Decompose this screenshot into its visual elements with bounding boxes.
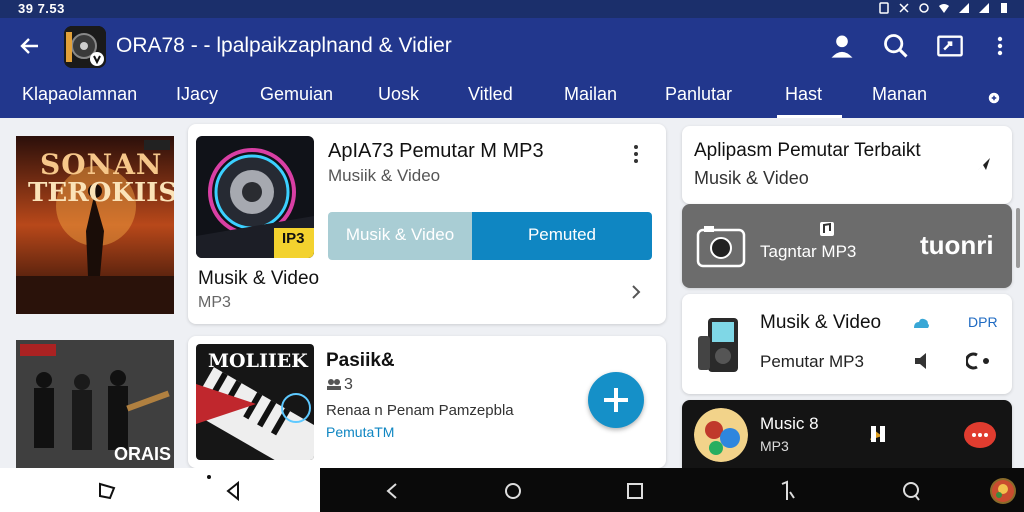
- nfc-icon: [899, 3, 909, 13]
- battery-saver-icon: [879, 2, 889, 14]
- chat-dots-icon: [972, 433, 988, 437]
- signal-icon: [959, 3, 969, 13]
- more-vert-icon[interactable]: [990, 32, 1010, 60]
- featured-footer-sub: MP3: [198, 294, 231, 311]
- nav-bar-right: [320, 468, 1024, 512]
- nav-avatar[interactable]: [990, 478, 1016, 504]
- speaker-artwork: IP3: [196, 136, 314, 258]
- featured-card[interactable]: IP3 ApIA73 Pemutar M MP3 Musiik & Video …: [188, 124, 666, 324]
- featured-footer-title: Musik & Video: [198, 268, 320, 289]
- tab-0[interactable]: Klapaolamnan: [22, 80, 137, 118]
- nav-dock-icon[interactable]: [96, 480, 118, 502]
- search-icon[interactable]: [882, 32, 910, 60]
- tab-1[interactable]: IJacy: [176, 80, 218, 118]
- app-bar: ORA78 - - lpalpaikzaplnand & Vidier Klap…: [0, 18, 1024, 118]
- tab-bar: Klapaolamnan IJacy Gemuian Uosk Vitled M…: [0, 80, 1024, 118]
- tab-6[interactable]: Panlutar: [665, 80, 732, 118]
- player-subtitle: MP3: [760, 438, 789, 454]
- battery-icon: [1001, 3, 1007, 13]
- cloud-icon: [914, 318, 929, 328]
- album-cover-2[interactable]: ORAIS: [16, 340, 174, 468]
- wifi-icon: [939, 4, 949, 13]
- second-card[interactable]: MOLIIEK Pasiik& 3 Renaa n Penam Pamzepbl…: [188, 336, 666, 468]
- nav-accessibility-icon[interactable]: [776, 480, 798, 502]
- add-fab-button[interactable]: [588, 372, 644, 428]
- repeat-icon[interactable]: [966, 350, 992, 372]
- tab-5[interactable]: Mailan: [564, 80, 617, 118]
- featured-more-icon[interactable]: [632, 144, 640, 164]
- content-area: SONAN TEROKIIS ORAIS IP3 ApIA73 Pemutar …: [0, 118, 1024, 468]
- chat-button[interactable]: [964, 422, 996, 448]
- nav-home-icon[interactable]: [502, 480, 524, 502]
- mini-player[interactable]: Music 8 MP3: [682, 400, 1012, 468]
- camera-icon: [696, 226, 746, 268]
- app-logo: [64, 26, 106, 68]
- side-1-title: Aplipasm Pemutar Terbaikt: [694, 140, 921, 161]
- side-card-2[interactable]: Tagntar MP3 tuonri: [682, 204, 1012, 288]
- cast-icon[interactable]: [936, 32, 964, 60]
- nav-dot-icon: [207, 475, 211, 479]
- signal-2-icon: [979, 3, 989, 13]
- side-3-subtitle: Pemutar MP3: [760, 352, 864, 371]
- player-artwork: [694, 408, 748, 462]
- nav-bar-left: [0, 468, 320, 512]
- tab-7-active[interactable]: Hast: [776, 80, 843, 118]
- avatar-icon: [992, 480, 1014, 502]
- account-icon[interactable]: [828, 32, 856, 60]
- tab-3[interactable]: Uosk: [378, 80, 419, 118]
- musik-video-button[interactable]: Musik & Video: [328, 212, 472, 260]
- side-2-label: Tagntar MP3: [760, 242, 857, 261]
- album-2-caption: ORAIS: [114, 444, 172, 464]
- tab-2[interactable]: Gemuian: [260, 80, 333, 118]
- second-title: Pasiik&: [326, 350, 395, 371]
- mp3-badge: IP3: [282, 230, 305, 247]
- app-title: ORA78 - - lpalpaikzaplnand & Vidier: [116, 34, 452, 57]
- scrollbar[interactable]: [1016, 208, 1020, 268]
- navigate-arrow-icon[interactable]: [976, 156, 992, 172]
- mp3-player-icon: [698, 318, 738, 372]
- tab-4[interactable]: Vitled: [468, 80, 513, 118]
- album-1-line1: SONAN: [40, 148, 163, 181]
- plus-icon: [604, 388, 628, 412]
- nav-recents-icon[interactable]: [624, 480, 646, 502]
- second-link[interactable]: PemutaTM: [326, 424, 394, 440]
- nav-back-left-icon[interactable]: [222, 480, 244, 502]
- featured-title: ApIA73 Pemutar M MP3: [328, 140, 544, 162]
- tab-8[interactable]: Manan: [872, 80, 927, 118]
- second-count: 3: [344, 376, 353, 393]
- people-icon: [327, 379, 341, 390]
- side-3-tag: DPR: [968, 314, 998, 330]
- side-3-title: Musik & Video: [760, 312, 882, 333]
- status-bar: 39 7.53: [0, 0, 1024, 18]
- nav-back-icon[interactable]: [382, 480, 404, 502]
- side-2-brand: tuonri: [920, 230, 994, 260]
- pause-icon[interactable]: [868, 424, 888, 444]
- second-cover-title: MOLIIEK: [208, 350, 308, 372]
- status-time: 39 7.53: [18, 1, 65, 16]
- volume-icon[interactable]: [912, 350, 934, 372]
- player-title: Music 8: [760, 414, 819, 433]
- album-cover-1[interactable]: SONAN TEROKIIS: [16, 136, 174, 314]
- tab-overflow-icon[interactable]: [986, 88, 1002, 104]
- app-logo-icon: [64, 26, 106, 68]
- back-arrow-icon[interactable]: [18, 34, 42, 58]
- nav-assistant-icon[interactable]: [900, 480, 922, 502]
- featured-subtitle: Musiik & Video: [328, 166, 441, 185]
- album-1-line2: TEROKIIS: [28, 178, 174, 208]
- settings-small-icon: [919, 3, 929, 13]
- side-1-subtitle: Musik & Video: [694, 168, 809, 188]
- game-art-icon: [694, 408, 748, 462]
- music-note-icon: [820, 222, 834, 236]
- pemuted-button[interactable]: Pemuted: [472, 212, 652, 260]
- side-card-1[interactable]: Aplipasm Pemutar Terbaikt Musik & Video: [682, 126, 1012, 204]
- chevron-right-icon[interactable]: [630, 284, 642, 300]
- side-card-3[interactable]: Musik & Video Pemutar MP3 DPR: [682, 294, 1012, 394]
- piano-artwork: MOLIIEK: [196, 344, 314, 460]
- second-subtitle: Renaa n Penam Pamzepbla: [326, 402, 514, 419]
